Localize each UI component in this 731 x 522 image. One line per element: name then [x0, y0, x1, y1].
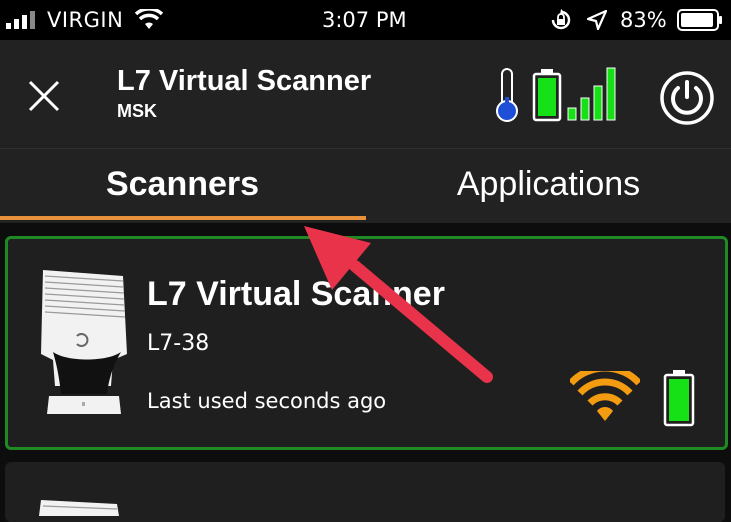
active-tab-indicator [0, 216, 366, 220]
wifi-icon [570, 371, 640, 421]
thermometer-icon [496, 68, 518, 122]
clock-time: 3:07 PM [322, 8, 407, 32]
page-title: L7 Virtual Scanner [117, 65, 372, 97]
battery-icon [663, 370, 695, 427]
wifi-icon [135, 9, 163, 29]
scanner-last-used: Last used seconds ago [147, 389, 387, 413]
tab-bar: Scanners Applications [0, 148, 731, 223]
power-icon[interactable] [659, 70, 715, 126]
scanner-name: L7 Virtual Scanner [147, 275, 445, 313]
battery-icon [677, 9, 722, 31]
location-arrow-icon [587, 10, 607, 30]
scanner-card[interactable] [5, 462, 725, 522]
orientation-lock-icon [551, 9, 571, 30]
scanner-card[interactable]: L7 Virtual Scanner L7-38 Last used secon… [5, 236, 728, 450]
scanner-model: L7-38 [147, 331, 210, 356]
signal-bars-icon [567, 67, 616, 121]
battery-percentage: 83% [620, 8, 667, 32]
carrier-name: VIRGIN [47, 8, 124, 32]
cell-signal-icon [6, 11, 35, 29]
scanner-battery-icon [532, 69, 562, 122]
page-subtitle: MSK [117, 101, 157, 121]
status-bar: VIRGIN 3:07 PM 83% [0, 0, 731, 40]
scanner-probe-image [41, 270, 127, 414]
tab-applications[interactable]: Applications [366, 149, 731, 223]
scanner-probe-image [39, 500, 119, 516]
tab-scanners[interactable]: Scanners [0, 149, 365, 223]
close-icon[interactable] [24, 76, 64, 116]
app-header: L7 Virtual Scanner MSK [0, 40, 731, 148]
